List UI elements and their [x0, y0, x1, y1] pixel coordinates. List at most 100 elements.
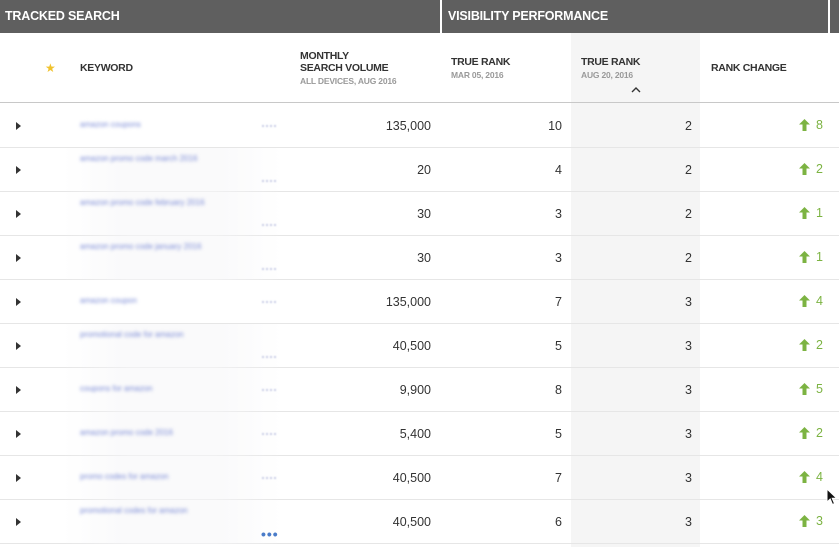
rank-change: 2: [760, 338, 823, 352]
rank-aug: 3: [685, 471, 692, 485]
table-row[interactable]: amazon promo code 2016 5,400 5 3 2: [0, 412, 839, 456]
table-row[interactable]: amazon coupon 135,000 7 3 4: [0, 280, 839, 324]
rank-aug: 2: [685, 251, 692, 265]
keyword-link[interactable]: amazon promo code february 2016: [80, 198, 205, 207]
column-keyword[interactable]: KEYWORD: [80, 33, 280, 103]
rank-mar: 10: [548, 119, 562, 133]
rank-change: 1: [760, 206, 823, 220]
rank-change-value: 4: [816, 294, 823, 308]
caret-right-icon[interactable]: [16, 298, 21, 306]
column-monthly-search-volume[interactable]: MONTHLY SEARCH VOLUME ALL DEVICES, AUG 2…: [300, 33, 440, 103]
caret-right-icon[interactable]: [16, 210, 21, 218]
rank-aug: 3: [685, 427, 692, 441]
arrow-up-icon: [799, 427, 811, 439]
keyword-more-dots: [262, 356, 276, 359]
rank-aug: 3: [685, 339, 692, 353]
rank-change-value: 5: [816, 382, 823, 396]
rank-mar: 4: [555, 163, 562, 177]
caret-right-icon[interactable]: [16, 430, 21, 438]
arrow-up-icon: [799, 383, 811, 395]
table-row[interactable]: promotional code for amazon 40,500 5 3 2: [0, 324, 839, 368]
rank-mar: 3: [555, 251, 562, 265]
search-volume: 30: [417, 207, 431, 221]
search-volume: 135,000: [385, 295, 431, 309]
rank-change-value: 8: [816, 118, 823, 132]
mouse-cursor-icon: [826, 488, 838, 506]
caret-right-icon[interactable]: [16, 254, 21, 262]
arrow-up-icon: [799, 339, 811, 351]
table-row[interactable]: amazon promo code february 2016 30 3 2 1: [0, 192, 839, 236]
keyword-link[interactable]: coupons for amazon: [80, 384, 153, 393]
keyword-link[interactable]: amazon promo code 2016: [80, 428, 173, 437]
more-options-dots[interactable]: •••: [261, 527, 279, 541]
search-volume: 40,500: [392, 471, 431, 485]
chevron-up-icon[interactable]: [631, 85, 641, 95]
rank-change: 4: [760, 470, 823, 484]
keyword-link[interactable]: amazon coupons: [80, 120, 141, 129]
column-rank-change[interactable]: RANK CHANGE: [711, 33, 821, 103]
group-visibility-performance: VISIBILITY PERFORMANCE: [442, 0, 830, 33]
rank-mar: 7: [555, 295, 562, 309]
search-volume: 5,400: [399, 427, 431, 441]
rank-mar: 8: [555, 383, 562, 397]
keyword-link[interactable]: amazon promo code january 2016: [80, 242, 201, 251]
arrow-up-icon: [799, 207, 811, 219]
caret-right-icon[interactable]: [16, 166, 21, 174]
rank-change-value: 2: [816, 426, 823, 440]
rank-mar: 3: [555, 207, 562, 221]
rank-change-value: 1: [816, 206, 823, 220]
group-header-bar: TRACKED SEARCH VISIBILITY PERFORMANCE: [0, 0, 839, 33]
rank-change-value: 3: [816, 514, 823, 528]
table-row[interactable]: promotional codes for amazon ••• 40,500 …: [0, 500, 839, 544]
star-icon[interactable]: ★: [45, 61, 56, 75]
table-row[interactable]: amazon promo code january 2016 30 3 2 1: [0, 236, 839, 280]
rank-aug: 3: [685, 295, 692, 309]
caret-right-icon[interactable]: [16, 342, 21, 350]
table-row[interactable]: amazon promo code march 2016 20 4 2 2: [0, 148, 839, 192]
keyword-table-body: amazon coupons 135,000 10 2 8 amazon pro…: [0, 104, 839, 544]
arrow-up-icon: [799, 251, 811, 263]
caret-right-icon[interactable]: [16, 122, 21, 130]
search-volume: 9,900: [399, 383, 431, 397]
search-volume: 40,500: [392, 515, 431, 529]
column-true-rank-mar[interactable]: TRUE RANK MAR 05, 2016: [451, 33, 561, 103]
keyword-more-dots: [262, 125, 276, 128]
column-header-row: ★ KEYWORD MONTHLY SEARCH VOLUME ALL DEVI…: [0, 33, 839, 103]
rank-change: 2: [760, 426, 823, 440]
search-volume: 135,000: [385, 119, 431, 133]
keyword-link[interactable]: promotional codes for amazon: [80, 506, 188, 515]
rank-aug: 2: [685, 207, 692, 221]
arrow-up-icon: [799, 471, 811, 483]
rank-change: 8: [760, 118, 823, 132]
keyword-more-dots: [262, 477, 276, 480]
arrow-up-icon: [799, 163, 811, 175]
rank-change-value: 1: [816, 250, 823, 264]
rank-mar: 5: [555, 427, 562, 441]
rank-change: 4: [760, 294, 823, 308]
arrow-up-icon: [799, 515, 811, 527]
keyword-more-dots: [262, 268, 276, 271]
rank-aug: 2: [685, 119, 692, 133]
arrow-up-icon: [799, 119, 811, 131]
keyword-more-dots: [262, 224, 276, 227]
caret-right-icon[interactable]: [16, 474, 21, 482]
rank-aug: 2: [685, 163, 692, 177]
rank-mar: 5: [555, 339, 562, 353]
rank-change: 2: [760, 162, 823, 176]
caret-right-icon[interactable]: [16, 518, 21, 526]
caret-right-icon[interactable]: [16, 386, 21, 394]
rank-mar: 7: [555, 471, 562, 485]
keyword-more-dots: [262, 433, 276, 436]
rank-change: 1: [760, 250, 823, 264]
group-extra: [830, 0, 839, 33]
rank-change-value: 4: [816, 470, 823, 484]
keyword-link[interactable]: promotional code for amazon: [80, 330, 184, 339]
table-row[interactable]: amazon coupons 135,000 10 2 8: [0, 104, 839, 148]
table-row[interactable]: promo codes for amazon 40,500 7 3 4: [0, 456, 839, 500]
table-row[interactable]: coupons for amazon 9,900 8 3 5: [0, 368, 839, 412]
rank-change: 3: [760, 514, 823, 528]
keyword-link[interactable]: amazon coupon: [80, 296, 137, 305]
keyword-more-dots: [262, 180, 276, 183]
keyword-link[interactable]: amazon promo code march 2016: [80, 154, 197, 163]
keyword-link[interactable]: promo codes for amazon: [80, 472, 169, 481]
